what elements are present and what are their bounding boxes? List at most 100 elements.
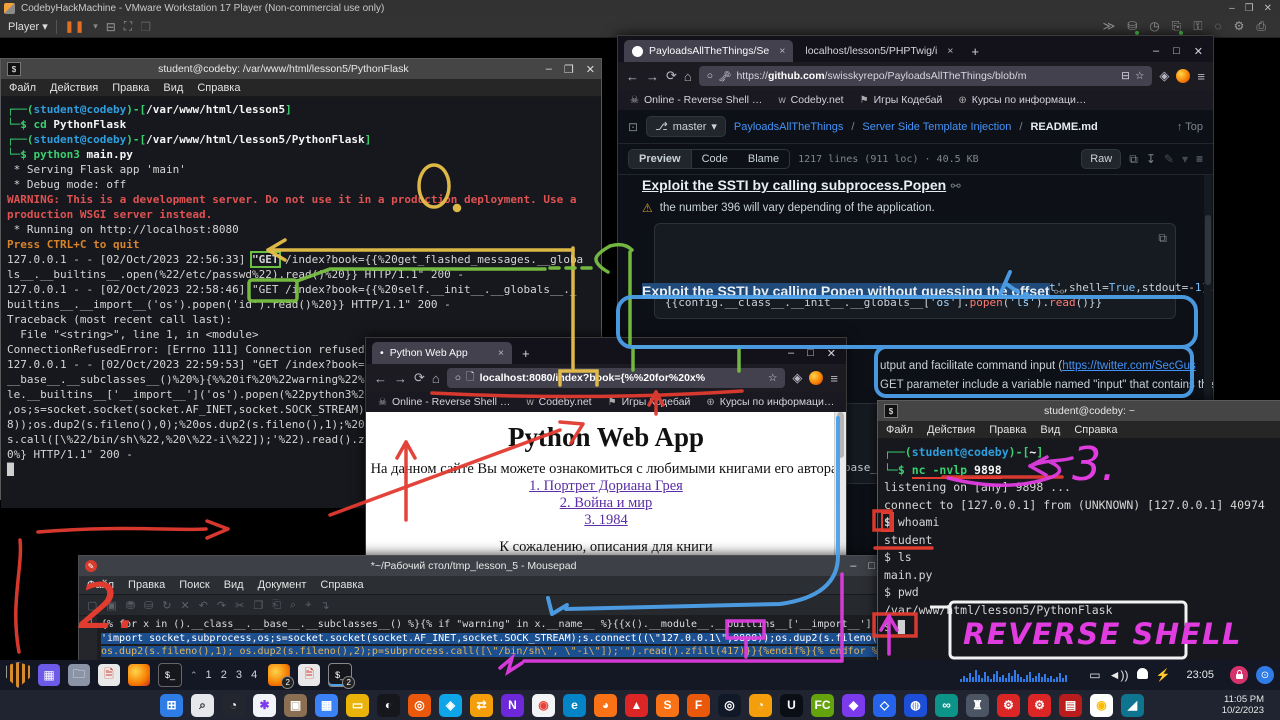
taskbar-app-icon[interactable]: ✱ bbox=[253, 694, 276, 717]
taskbar-app-icon[interactable]: ▭ bbox=[346, 694, 369, 717]
notifications-bell-icon[interactable] bbox=[1137, 668, 1148, 682]
back-button[interactable]: ← bbox=[374, 371, 387, 386]
twitter-link[interactable]: https://twitter.com/SecGus bbox=[1062, 360, 1196, 372]
taskbar-app-icon[interactable]: ⊞ bbox=[160, 694, 183, 717]
taskbar-app-icon[interactable]: e bbox=[563, 694, 586, 717]
taskbar-app-icon[interactable]: ⚙ bbox=[997, 694, 1020, 717]
window-maximize-button[interactable]: □ bbox=[1173, 45, 1180, 58]
search-icon[interactable]: ⌕ bbox=[290, 599, 296, 612]
taskbar-app-icon[interactable]: F bbox=[687, 694, 710, 717]
power-tray-icon[interactable]: ⚡ bbox=[1156, 668, 1171, 682]
anchor-link-icon[interactable]: ⚯ bbox=[951, 179, 961, 193]
unity-icon[interactable]: ❒ bbox=[140, 20, 151, 34]
menu-item[interactable]: Справка bbox=[320, 579, 363, 591]
bookmark-item[interactable]: ⊕Курсы по информаци… bbox=[958, 94, 1086, 106]
editor-text[interactable]: {% for x in ().__class__.__base__.__subc… bbox=[97, 616, 881, 664]
terminal-running-icon[interactable]: $_ 2 bbox=[328, 663, 352, 687]
window-close-button[interactable]: ✕ bbox=[827, 347, 836, 360]
mousepad-titlebar[interactable]: ✎ *~/Рабочий стол/tmp_lesson_5 - Mousepa… bbox=[79, 556, 881, 576]
bookmark-star-icon[interactable]: ☆ bbox=[768, 372, 777, 384]
maximize-button[interactable]: ❐ bbox=[564, 63, 574, 76]
network-icon[interactable]: ⎘ bbox=[1172, 19, 1182, 34]
app-menu-icon[interactable]: ▦ bbox=[38, 664, 60, 686]
menu-item[interactable]: Файл bbox=[9, 82, 36, 94]
menu-item[interactable]: Правка bbox=[128, 579, 165, 591]
terminal-launcher-icon[interactable]: $_ bbox=[158, 663, 182, 687]
firefox-account-icon[interactable] bbox=[1176, 69, 1190, 83]
terminal-titlebar[interactable]: $ student@codeby: /var/www/html/lesson5/… bbox=[1, 59, 601, 79]
taskbar-app-icon[interactable]: S bbox=[656, 694, 679, 717]
devices-expand-icon[interactable]: ≫ bbox=[1103, 19, 1116, 34]
download-icon[interactable]: ↧ bbox=[1146, 152, 1156, 166]
home-button[interactable]: ⌂ bbox=[684, 69, 692, 84]
taskbar-app-icon[interactable]: ◆ bbox=[842, 694, 865, 717]
tab-blame[interactable]: Blame bbox=[738, 150, 789, 168]
pause-button[interactable]: ❚❚ bbox=[65, 20, 85, 33]
screenlock-icon[interactable] bbox=[1230, 666, 1248, 684]
menu-item[interactable]: Правка bbox=[989, 424, 1026, 436]
pause-dropdown[interactable]: ▾ bbox=[93, 21, 98, 32]
workspace-indicator-icon[interactable]: ⊙ bbox=[1256, 666, 1274, 684]
vmware-close-button[interactable]: ✕ bbox=[1264, 3, 1272, 14]
taskbar-app-icon[interactable]: ◎ bbox=[408, 694, 431, 717]
taskbar-app-icon[interactable]: FC bbox=[811, 694, 834, 717]
taskbar-app-icon[interactable]: ◇ bbox=[873, 694, 896, 717]
sidebar-toggle-icon[interactable]: ⊡ bbox=[628, 120, 638, 134]
taskbar-app-icon[interactable]: ∞ bbox=[935, 694, 958, 717]
taskbar-app-icon[interactable]: ▦ bbox=[315, 694, 338, 717]
volume-tray-icon[interactable]: ◄)) bbox=[1109, 668, 1129, 682]
tab-preview[interactable]: Preview bbox=[629, 150, 692, 168]
top-link[interactable]: ↑ Top bbox=[1177, 121, 1203, 133]
menu-item[interactable]: Файл bbox=[87, 579, 114, 591]
tab-python-web-app[interactable]: • Python Web App × bbox=[372, 342, 512, 364]
firefox-running-icon[interactable]: 2 bbox=[268, 664, 290, 686]
taskbar-app-icon[interactable]: U bbox=[780, 694, 803, 717]
display-tray-icon[interactable]: ▭ bbox=[1089, 668, 1100, 682]
code-block-subprocess[interactable]: ⧉ {{''.__class__.mro()[1].__subclasses__… bbox=[654, 223, 1176, 319]
book-link[interactable]: 2. Война и мир bbox=[366, 495, 846, 512]
heading-popen-no-offset[interactable]: Exploit the SSTI by calling Popen withou… bbox=[642, 283, 1050, 299]
firefox-account-icon[interactable] bbox=[809, 371, 823, 385]
terminal-window-listener[interactable]: $ student@codeby: ~ ФайлДействияПравкаВи… bbox=[877, 400, 1280, 662]
taskbar-app-icon[interactable]: ◉ bbox=[532, 694, 555, 717]
taskbar-app-icon[interactable]: ◔ bbox=[222, 694, 245, 717]
cut-icon[interactable]: ✂ bbox=[235, 599, 244, 612]
mousepad-launcher-icon[interactable]: 🗎 bbox=[98, 664, 120, 686]
new-tab-button[interactable]: + bbox=[516, 346, 536, 361]
codeby-logo-icon[interactable] bbox=[6, 662, 30, 688]
url-bar[interactable]: ○ 🗋 localhost:8080/index?book={%%20for%2… bbox=[447, 368, 786, 388]
taskbar-app-icon[interactable]: ◎ bbox=[718, 694, 741, 717]
replace-icon[interactable]: ⌖ bbox=[305, 599, 311, 612]
save-icon[interactable]: ⛃ bbox=[126, 599, 135, 612]
open-icon[interactable]: ▣ bbox=[106, 599, 116, 612]
paste-icon[interactable]: ⎗ bbox=[272, 599, 281, 612]
copy-code-icon[interactable]: ⧉ bbox=[1158, 230, 1167, 246]
taskbar-app-icon[interactable]: ▲ bbox=[625, 694, 648, 717]
outline-icon[interactable]: ≡ bbox=[1196, 152, 1203, 166]
tab-close-icon[interactable]: × bbox=[947, 45, 953, 57]
printer-icon[interactable]: ⎙ bbox=[1256, 19, 1266, 34]
branch-selector[interactable]: ⎇master ▾ bbox=[646, 116, 726, 137]
menu-item[interactable]: Файл bbox=[886, 424, 913, 436]
shield-icon[interactable]: ○ bbox=[455, 372, 461, 384]
window-minimize-button[interactable]: – bbox=[788, 347, 794, 360]
reload-icon[interactable]: ↻ bbox=[162, 599, 171, 612]
taskbar-app-icon[interactable]: ⚙ bbox=[1028, 694, 1051, 717]
settings-icon[interactable]: ⚙ bbox=[1234, 19, 1245, 34]
menu-item[interactable]: Вид bbox=[224, 579, 244, 591]
window-maximize-button[interactable]: □ bbox=[807, 347, 814, 360]
tab-close-icon[interactable]: × bbox=[779, 45, 785, 57]
anchor-link-icon[interactable]: ⚯ bbox=[1054, 285, 1064, 299]
tab-code[interactable]: Code bbox=[692, 150, 738, 168]
windows-clock[interactable]: 11:05 PM 10/2/2023 bbox=[1222, 694, 1270, 716]
breadcrumb-repo[interactable]: PayloadsAllTheThings bbox=[734, 121, 843, 133]
workspace-switcher[interactable]: 1 2 3 4 bbox=[206, 669, 261, 681]
taskbar-app-icon[interactable]: ◕ bbox=[594, 694, 617, 717]
minimize-button[interactable]: – bbox=[850, 560, 856, 572]
taskbar-app-icon[interactable]: N bbox=[501, 694, 524, 717]
taskbar-app-icon[interactable]: ◍ bbox=[904, 694, 927, 717]
home-button[interactable]: ⌂ bbox=[432, 371, 440, 386]
taskbar-app-icon[interactable]: ◢ bbox=[1121, 694, 1144, 717]
terminal-titlebar[interactable]: $ student@codeby: ~ bbox=[878, 401, 1280, 421]
redo-icon[interactable]: ↷ bbox=[217, 599, 226, 612]
